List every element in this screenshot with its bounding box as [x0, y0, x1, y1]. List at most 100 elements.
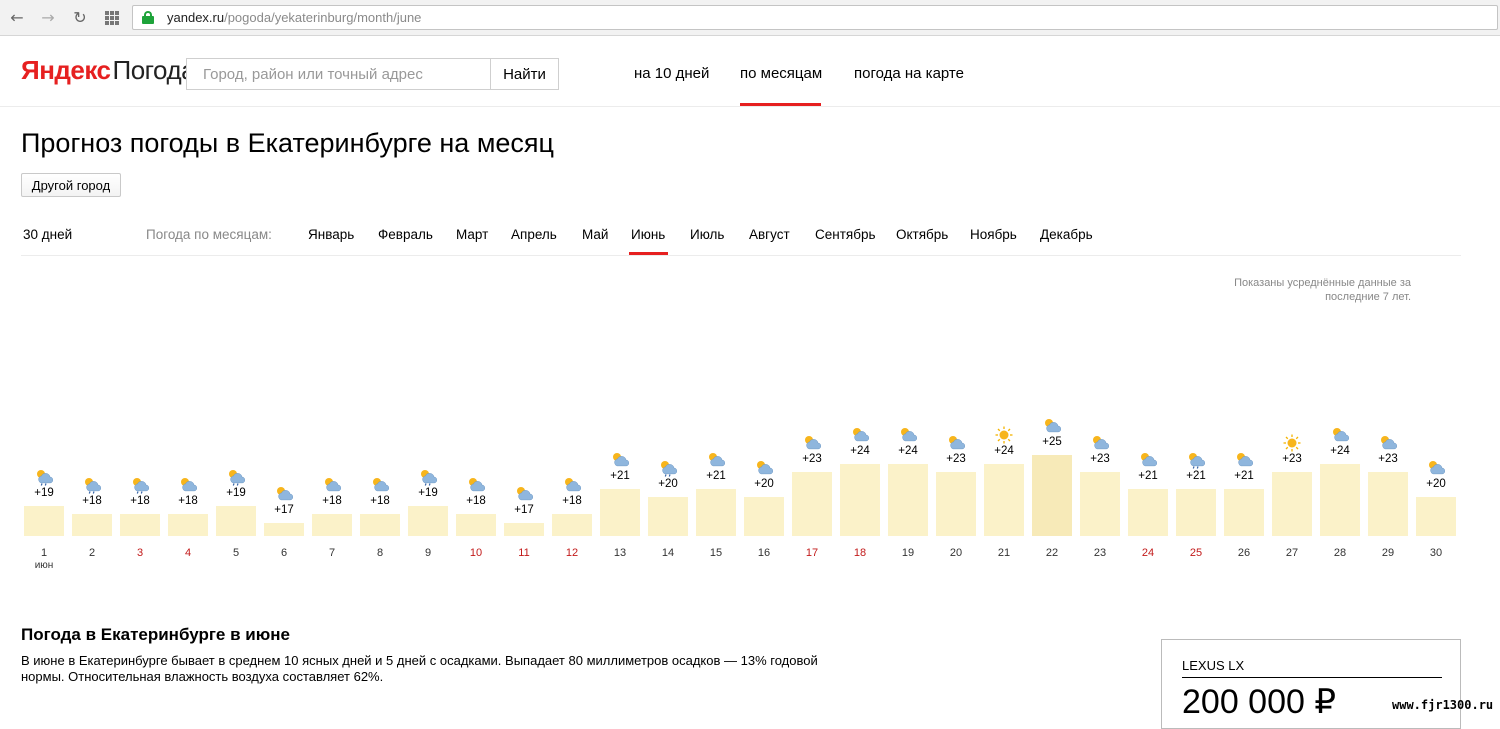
back-icon[interactable]: ← — [7, 8, 27, 28]
tab-month-november[interactable]: Ноябрь — [970, 227, 1017, 242]
temperature-label: +19 — [418, 487, 438, 499]
temperature-bar — [456, 514, 496, 536]
temperature-label: +21 — [706, 470, 726, 482]
temperature-label: +23 — [1378, 453, 1398, 465]
month-label: июн — [34, 560, 54, 571]
partly-cloudy-icon — [513, 485, 535, 503]
day-number: 6 — [280, 547, 288, 559]
cloudy-rain-icon — [129, 476, 151, 494]
temperature-label: +18 — [322, 495, 342, 507]
ad-title: LEXUS LX — [1182, 658, 1245, 673]
chart-day: +18 3 — [120, 300, 160, 580]
temperature-label: +21 — [1186, 470, 1206, 482]
chart-day: +23 23 — [1080, 300, 1120, 580]
temperature-bar — [408, 506, 448, 536]
address-bar[interactable]: yandex.ru/pogoda/yekaterinburg/month/jun… — [132, 5, 1498, 30]
tab-month-may[interactable]: Май — [582, 227, 608, 242]
forward-icon[interactable]: → — [38, 8, 58, 28]
temperature-label: +20 — [754, 478, 774, 490]
temperature-label: +21 — [1234, 470, 1254, 482]
chart-day: +18 4 — [168, 300, 208, 580]
day-number: 13 — [613, 547, 627, 559]
temperature-label: +21 — [610, 470, 630, 482]
reload-icon[interactable]: ↻ — [70, 8, 90, 28]
chart-day: +18 8 — [360, 300, 400, 580]
chart-day: +23 27 — [1272, 300, 1312, 580]
temperature-bar — [648, 497, 688, 536]
cloudy-rain-icon — [657, 459, 679, 477]
nav-weather-map[interactable]: погода на карте — [854, 65, 964, 82]
search-input[interactable] — [186, 58, 492, 90]
tab-month-august[interactable]: Август — [749, 227, 790, 242]
tab-month-january[interactable]: Январь — [308, 227, 354, 242]
day-number: 30 — [1429, 547, 1443, 559]
chart-day: +21 26 — [1224, 300, 1264, 580]
nav-10-days[interactable]: на 10 дней — [634, 65, 709, 82]
temperature-label: +18 — [562, 495, 582, 507]
temperature-bar — [984, 464, 1024, 536]
apps-grid-icon[interactable] — [105, 11, 119, 25]
day-number: 22 — [1045, 547, 1059, 559]
chart-day: +19 5 — [216, 300, 256, 580]
tab-month-september[interactable]: Сентябрь — [815, 227, 875, 242]
ad-divider — [1182, 677, 1442, 678]
day-number: 14 — [661, 547, 675, 559]
temperature-bar — [1080, 472, 1120, 536]
temperature-bar — [1032, 455, 1072, 536]
temperature-bar — [24, 506, 64, 536]
tab-month-april[interactable]: Апрель — [511, 227, 557, 242]
tab-month-june[interactable]: Июнь — [631, 227, 665, 242]
day-number: 20 — [949, 547, 963, 559]
watermark: www.fjr1300.ru — [1392, 698, 1494, 712]
day-number: 16 — [757, 547, 771, 559]
day-number: 7 — [328, 547, 336, 559]
tab-month-february[interactable]: Февраль — [378, 227, 433, 242]
yandex-weather-logo[interactable]: ЯндексПогода — [21, 55, 196, 86]
day-number: 26 — [1237, 547, 1251, 559]
chart-day: +19 1 июн — [24, 300, 64, 580]
chart-day: +21 15 — [696, 300, 736, 580]
nav-active-indicator — [740, 103, 821, 106]
chart-day: +24 21 — [984, 300, 1024, 580]
temperature-bar — [504, 523, 544, 536]
temperature-bar — [168, 514, 208, 536]
temperature-label: +17 — [514, 504, 534, 516]
partly-cloudy-icon — [1377, 434, 1399, 452]
temperature-bar — [1416, 497, 1456, 536]
nav-by-months[interactable]: по месяцам — [740, 65, 822, 82]
cloudy-rain-icon — [81, 476, 103, 494]
day-number: 29 — [1381, 547, 1395, 559]
search-button[interactable]: Найти — [490, 58, 559, 90]
chart-day: +23 20 — [936, 300, 976, 580]
day-number: 23 — [1093, 547, 1107, 559]
month-active-indicator — [629, 252, 668, 255]
temperature-label: +23 — [1282, 453, 1302, 465]
temperature-label: +23 — [802, 453, 822, 465]
chart-day: +20 16 — [744, 300, 784, 580]
chart-day: +18 2 — [72, 300, 112, 580]
tab-month-october[interactable]: Октябрь — [896, 227, 948, 242]
other-city-button[interactable]: Другой город — [21, 173, 121, 197]
day-number: 2 — [88, 547, 96, 559]
temperature-bar — [840, 464, 880, 536]
chart-day: +18 10 — [456, 300, 496, 580]
temperature-bar — [216, 506, 256, 536]
url-text[interactable]: yandex.ru/pogoda/yekaterinburg/month/jun… — [167, 10, 421, 25]
partly-cloudy-icon — [1137, 451, 1159, 469]
temperature-label: +24 — [1330, 445, 1350, 457]
cloudy-rain-icon — [1185, 451, 1207, 469]
partly-cloudy-icon — [321, 476, 343, 494]
tab-month-december[interactable]: Декабрь — [1040, 227, 1093, 242]
tab-month-july[interactable]: Июль — [690, 227, 724, 242]
partly-cloudy-icon — [945, 434, 967, 452]
tab-month-march[interactable]: Март — [456, 227, 488, 242]
temperature-bar — [936, 472, 976, 536]
sun-icon — [1281, 434, 1303, 452]
day-number: 9 — [424, 547, 432, 559]
tab-30-days[interactable]: 30 дней — [23, 227, 72, 242]
temperature-bar — [1320, 464, 1360, 536]
chart-day: +21 13 — [600, 300, 640, 580]
partly-cloudy-icon — [465, 476, 487, 494]
temperature-bar — [1272, 472, 1312, 536]
section-title: Погода в Екатеринбурге в июне — [21, 625, 290, 644]
